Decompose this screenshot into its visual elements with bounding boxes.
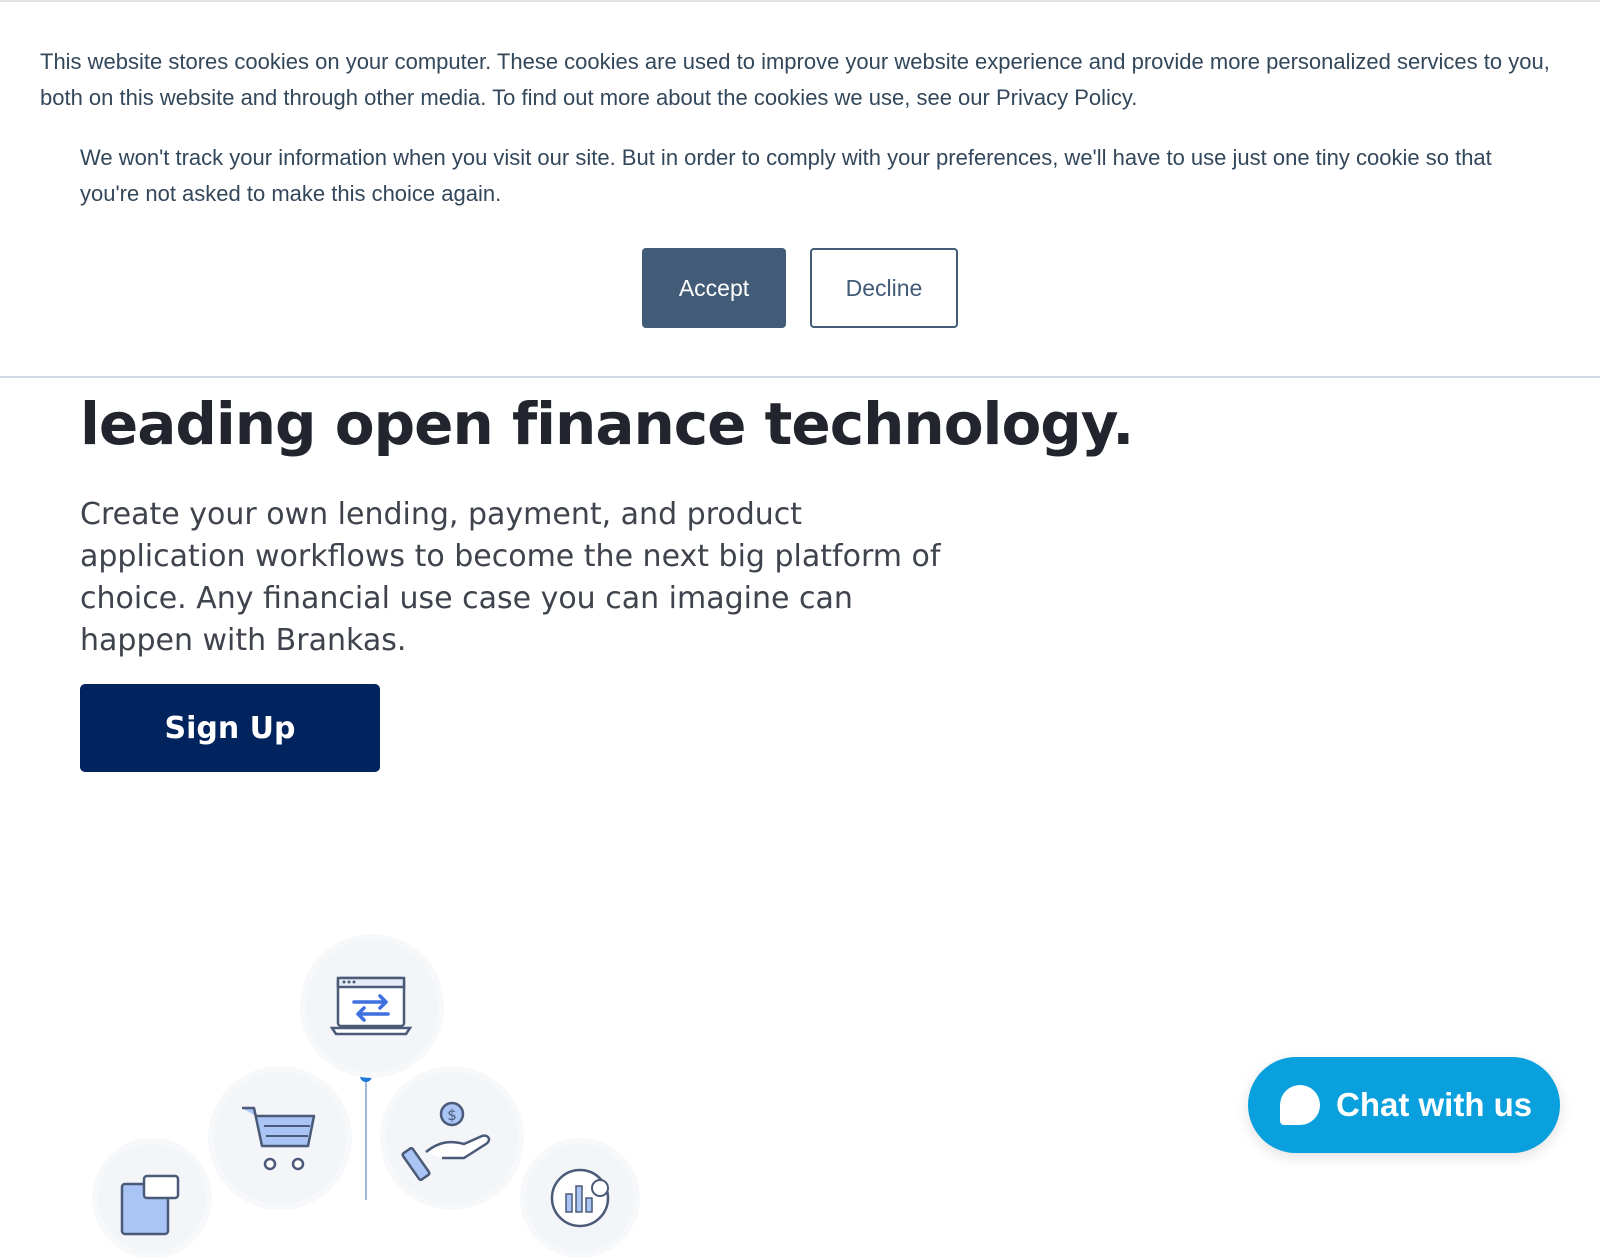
hero-headline: leading open finance technology. — [80, 390, 1134, 458]
chat-bubble-icon — [1280, 1085, 1320, 1125]
document-icon — [120, 1174, 180, 1236]
cookie-banner: This website stores cookies on your comp… — [0, 0, 1600, 378]
decline-button[interactable]: Decline — [810, 248, 958, 328]
node-transfer — [306, 940, 438, 1072]
accept-button[interactable]: Accept — [642, 248, 786, 328]
cookie-decline-note: We won't track your information when you… — [80, 145, 1492, 206]
chat-with-us-button[interactable]: Chat with us — [1248, 1057, 1560, 1153]
transfer-laptop-icon — [329, 976, 413, 1036]
sign-up-button[interactable]: Sign Up — [80, 684, 380, 772]
svg-text:$: $ — [447, 1106, 457, 1124]
shopping-cart-icon — [242, 1106, 316, 1171]
node-analytics — [526, 1144, 634, 1252]
node-document — [98, 1144, 206, 1252]
use-case-illustration: $ — [0, 900, 700, 1252]
node-payment: $ — [386, 1072, 518, 1204]
node-cart — [214, 1072, 346, 1204]
hand-coin-icon: $ — [401, 1101, 491, 1182]
hero-description: Create your own lending, payment, and pr… — [80, 497, 941, 658]
chat-label: Chat with us — [1336, 1086, 1533, 1123]
analytics-icon — [550, 1168, 610, 1228]
cookie-message: This website stores cookies on your comp… — [40, 49, 1550, 110]
